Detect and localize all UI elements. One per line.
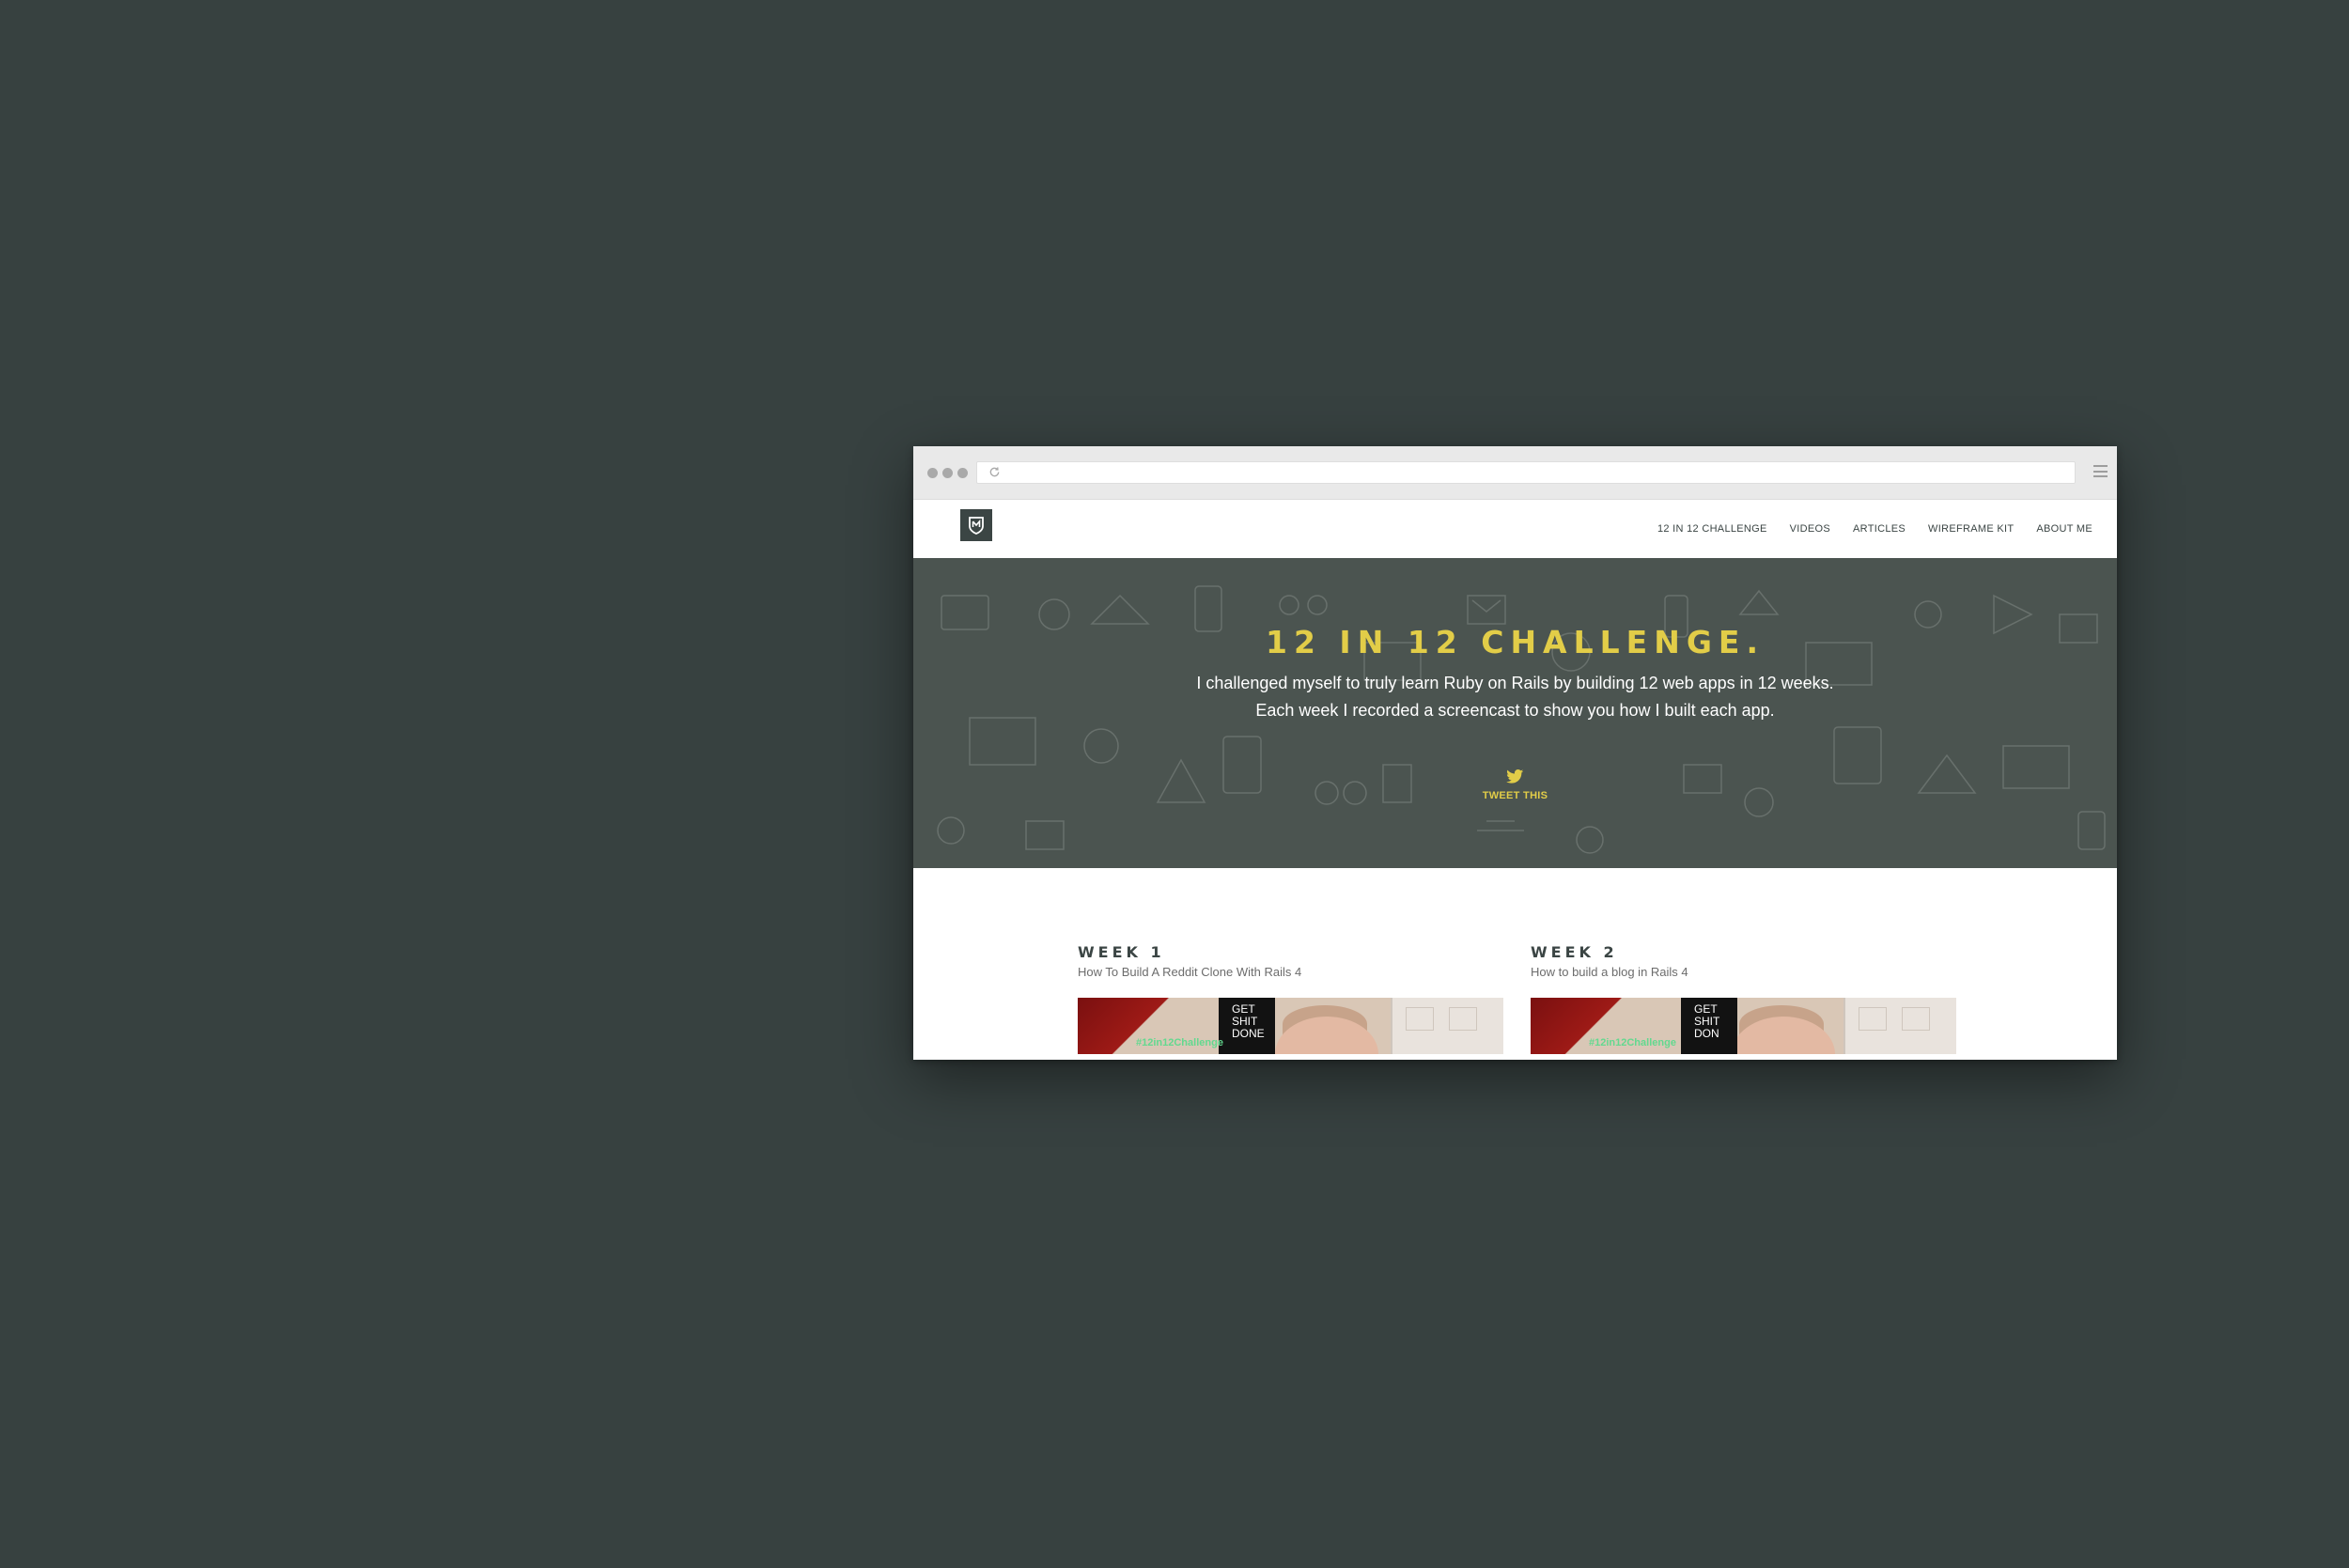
week-heading: WEEK 1 [1078,943,1165,961]
weeks-section: WEEK 1 How To Build A Reddit Clone With … [913,868,2117,1060]
week-heading: WEEK 2 [1531,943,1618,961]
week-description[interactable]: How To Build A Reddit Clone With Rails 4 [1078,965,1503,979]
window-dot-maximize[interactable] [957,468,968,478]
window-controls [927,468,968,478]
address-bar[interactable] [976,461,2076,484]
hero-title: 12 IN 12 CHALLENGE. [1266,624,1765,660]
nav-item-about-me[interactable]: ABOUT ME [2036,523,2092,535]
hero-line-1: I challenged myself to truly learn Ruby … [1196,674,1834,692]
window-dot-close[interactable] [927,468,938,478]
poster-text: GET SHIT DON [1681,998,1737,1054]
site-header: 12 IN 12 CHALLENGE VIDEOS ARTICLES WIREF… [913,500,2117,558]
nav-item-videos[interactable]: VIDEOS [1790,523,1830,535]
browser-chrome [913,446,2117,500]
hero-line-2: Each week I recorded a screencast to sho… [1255,701,1775,720]
week-card[interactable]: WEEK 2 How to build a blog in Rails 4 GE… [1531,943,1956,1054]
video-thumbnail[interactable]: GET SHIT DONE #12in12Challenge [1078,998,1503,1054]
hero-banner: 12 IN 12 CHALLENGE. I challenged myself … [913,558,2117,868]
reload-icon[interactable] [988,466,1001,478]
hashtag-label: #12in12Challenge [1136,1037,1223,1048]
browser-window: 12 IN 12 CHALLENGE VIDEOS ARTICLES WIREF… [913,446,2117,1060]
nav-item-12-in-12-challenge[interactable]: 12 IN 12 CHALLENGE [1657,523,1767,535]
week-description[interactable]: How to build a blog in Rails 4 [1531,965,1956,979]
tweet-this-label: TWEET THIS [1482,790,1548,801]
hashtag-label: #12in12Challenge [1589,1037,1676,1048]
hero-subtitle: I challenged myself to truly learn Ruby … [913,670,2117,724]
nav-item-wireframe-kit[interactable]: WIREFRAME KIT [1928,523,2014,535]
nav-item-articles[interactable]: ARTICLES [1853,523,1906,535]
window-dot-minimize[interactable] [942,468,953,478]
main-nav: 12 IN 12 CHALLENGE VIDEOS ARTICLES WIREF… [1657,523,2092,535]
twitter-bird-icon [1506,769,1524,784]
tweet-this-button[interactable]: TWEET THIS [1483,769,1548,801]
poster-text: GET SHIT DONE [1219,998,1275,1054]
hero-content: 12 IN 12 CHALLENGE. I challenged myself … [913,558,2117,724]
hamburger-icon[interactable] [2093,465,2108,477]
shield-logo-icon[interactable] [960,509,992,541]
week-card[interactable]: WEEK 1 How To Build A Reddit Clone With … [1078,943,1503,1054]
video-thumbnail[interactable]: GET SHIT DON #12in12Challenge [1531,998,1956,1054]
